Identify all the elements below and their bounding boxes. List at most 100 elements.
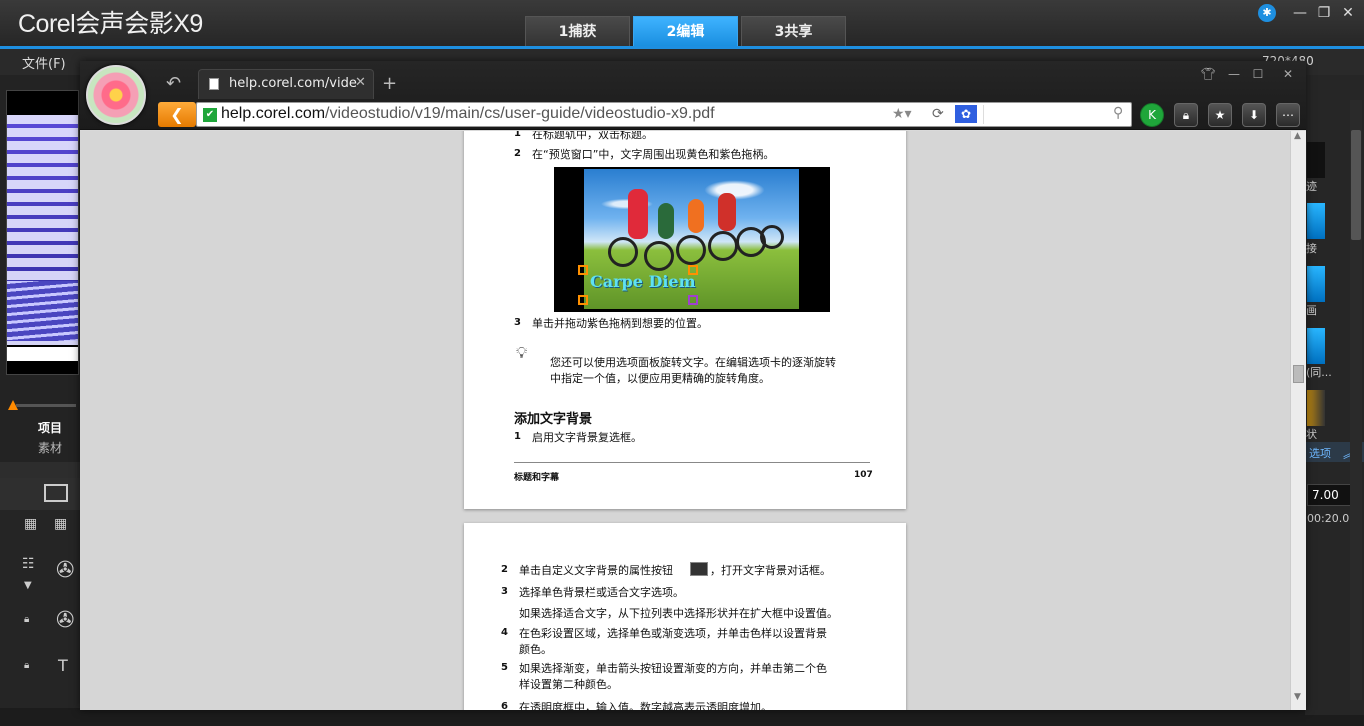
effect-tile[interactable] [1307, 390, 1325, 426]
step-number: 2 [501, 564, 508, 575]
pdf-line: 在透明度框中，输入值。数字越高表示透明度增加。 [519, 701, 772, 710]
url-text[interactable]: help.corel.com/videostudio/v19/main/cs/u… [221, 105, 715, 123]
pdf-line: 单击自定义文字背景的属性按钮 [519, 564, 673, 577]
effect-tile[interactable] [1307, 328, 1325, 364]
tab-close-icon[interactable]: ✕ [355, 75, 366, 90]
resize-handle [578, 295, 588, 305]
lightbulb-icon: 💡︎ [516, 343, 528, 362]
lock-icon[interactable]: 🔒︎ [24, 614, 29, 625]
scroll-thumb[interactable] [1293, 365, 1304, 383]
rider [628, 189, 648, 239]
pdf-line: 单击并拖动紫色拖柄到想要的位置。 [532, 317, 708, 330]
pdf-line: 中指定一个值，以便应用更精确的旋转角度。 [550, 372, 770, 385]
pdf-viewer[interactable]: 1 在标题轨中，双击标题。 2 在“预览窗口”中，文字周围出现黄色和紫色拖柄。 [80, 131, 1306, 710]
tab-share[interactable]: 3共享 [741, 16, 846, 46]
wheel [676, 235, 706, 265]
effect-tile[interactable] [1307, 203, 1325, 239]
effect-label: 迹 [1306, 180, 1317, 193]
undo-close-tab-icon[interactable]: ↶ [166, 73, 181, 94]
search-engine-icon[interactable]: ✿ [955, 105, 977, 123]
effect-label: 画 [1306, 304, 1317, 317]
thumbnail-strip [7, 347, 78, 361]
tab-title: help.corel.com/vide [229, 76, 357, 91]
browser-tab[interactable]: help.corel.com/vide ✕ [198, 69, 374, 99]
tab-capture[interactable]: 1捕获 [525, 16, 630, 46]
close-icon[interactable]: ✕ [1338, 4, 1358, 22]
track-manager-icon[interactable]: ☷ [22, 556, 35, 572]
panel-scroll-thumb[interactable] [1351, 130, 1361, 240]
favorite-star-icon[interactable]: ★▾ [892, 106, 912, 122]
resize-handle [578, 265, 588, 275]
scroll-up-icon[interactable]: ▲ [1294, 131, 1301, 141]
add-track-icon[interactable]: ▦ [54, 516, 67, 532]
browser-avatar-icon[interactable] [86, 65, 146, 125]
wheel [644, 241, 674, 271]
rider [688, 199, 704, 233]
skin-icon[interactable]: 👕︎ [1196, 65, 1220, 83]
library-thumbnail[interactable] [6, 90, 79, 375]
effect-tile[interactable] [1307, 266, 1325, 302]
lock-tool-icon[interactable]: 🔒︎ [1174, 103, 1198, 127]
pdf-line: 在色彩设置区域，选择单色或渐变选项，并单击色样以设置背景 [519, 627, 827, 640]
pdf-line: 在“预览窗口”中，文字周围出现黄色和紫色拖柄。 [532, 148, 775, 161]
pdf-line: 启用文字背景复选框。 [532, 431, 642, 444]
effect-tile[interactable] [1307, 142, 1325, 178]
search-icon[interactable]: ⚲ [1113, 105, 1123, 121]
panel-divider[interactable] [0, 462, 80, 478]
step-number: 3 [514, 317, 521, 328]
download-icon[interactable]: ⬇ [1242, 103, 1266, 127]
secure-check-icon: ✔ [203, 108, 217, 122]
browser-minimize-icon[interactable]: — [1222, 65, 1246, 83]
wheel [608, 237, 638, 267]
pdf-line: 在标题轨中，双击标题。 [532, 131, 653, 141]
resize-handle [688, 265, 698, 275]
thumbnail-floor [7, 281, 78, 341]
app-title: Corel会声会影X9 [18, 10, 203, 38]
options-label: 选项 [1309, 447, 1331, 460]
pdf-line: 如果选择适合文字，从下拉列表中选择形状并在扩大框中设置值。 [519, 607, 838, 620]
pdf-line: ，打开文字背景对话框。 [710, 564, 831, 577]
pdf-scrollbar[interactable]: ▲ ▼ [1290, 131, 1306, 710]
section-heading: 添加文字背景 [514, 412, 593, 427]
help-globe-icon[interactable]: ✱ [1258, 4, 1276, 22]
page-icon [209, 78, 219, 90]
material-label[interactable]: 素材 [38, 439, 62, 456]
minimize-icon[interactable]: — [1290, 4, 1310, 22]
tab-edit[interactable]: 2编辑 [633, 16, 738, 46]
rotate-handle [688, 295, 698, 305]
pdf-line: 您还可以使用选项面板旋转文字。在编辑选项卡的逐渐旋转 [550, 356, 836, 369]
pdf-line: 如果选择渐变，单击箭头按钮设置渐变的方向，并单击第二个色 [519, 662, 827, 675]
back-button[interactable]: ❮ [158, 102, 196, 127]
overlay-track-icon: ✇ [56, 608, 75, 633]
menu-file[interactable]: 文件(F) [22, 53, 66, 72]
step-number: 6 [501, 701, 508, 710]
pdf-line: 样设置第二种颜色。 [519, 678, 618, 691]
restore-icon[interactable]: ❐ [1314, 4, 1334, 22]
timeline-view-icon[interactable]: ▦ [24, 516, 37, 532]
project-label[interactable]: 项目 [38, 419, 62, 436]
new-tab-icon[interactable]: + [382, 73, 397, 94]
rider [718, 193, 736, 231]
refresh-icon[interactable]: ⟳ [932, 106, 944, 122]
wheel [708, 231, 738, 261]
more-menu-icon[interactable]: ⋯ [1276, 103, 1300, 127]
pdf-line: 颜色。 [519, 643, 552, 656]
preview-window-figure: Carpe Diem [554, 167, 830, 312]
extension-k-icon[interactable]: K [1140, 103, 1164, 127]
lock-icon[interactable]: 🔒︎ [24, 660, 29, 671]
footer-rule [514, 462, 870, 463]
title-caption: Carpe Diem [590, 272, 696, 291]
address-bar[interactable]: ✔ help.corel.com/videostudio/v19/main/cs… [196, 102, 1132, 127]
storyboard-view-icon[interactable] [44, 484, 68, 502]
url-path: /videostudio/v19/main/cs/user-guide/vide… [325, 105, 715, 122]
browser-close-icon[interactable]: ✕ [1276, 65, 1300, 83]
expand-arrow-icon[interactable]: ▼ [24, 580, 32, 591]
bookmark-star-icon[interactable]: ★ [1208, 103, 1232, 127]
pdf-page: 2 单击自定义文字背景的属性按钮 ，打开文字背景对话框。 3 选择单色背景栏或适… [464, 523, 906, 710]
timeline-track-headers: ▦ ▦ ☷ ▼ ✇ ✇ 🔒︎ 🔒︎ T [0, 510, 80, 710]
browser-maximize-icon[interactable]: ☐ [1246, 65, 1270, 83]
search-input[interactable] [983, 105, 1123, 124]
scrub-bar[interactable] [16, 404, 76, 407]
scroll-down-icon[interactable]: ▼ [1294, 692, 1301, 702]
properties-button-icon [690, 562, 708, 576]
